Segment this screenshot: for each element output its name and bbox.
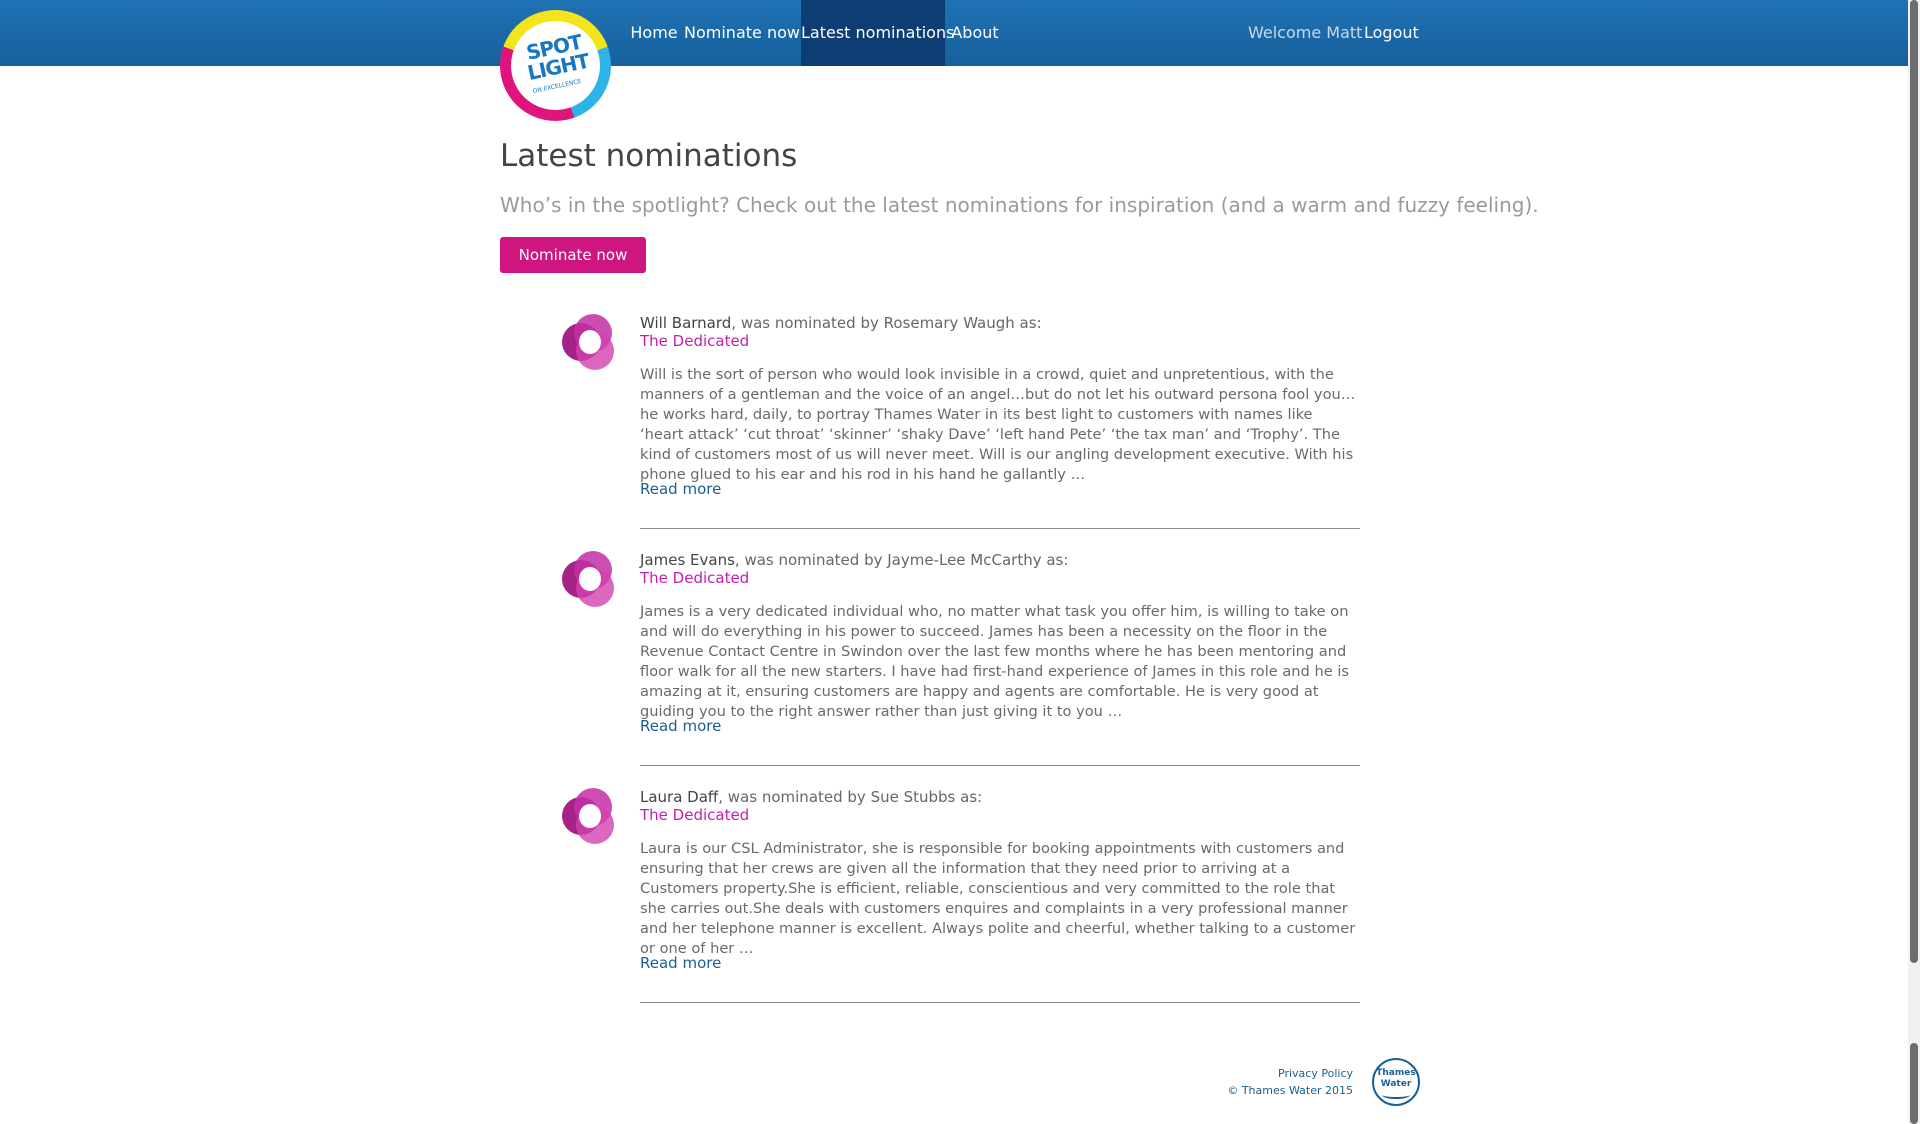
spotlight-logo[interactable]: SPOT LIGHT ON EXCELLENCE bbox=[500, 10, 611, 121]
nominate-now-button[interactable]: Nominate now bbox=[500, 237, 646, 273]
nomination-avatar-icon bbox=[562, 314, 618, 370]
top-navigation-bar: Home Nominate now Latest nominations Abo… bbox=[0, 0, 1908, 66]
nomination-item: James Evans, was nominated by Jayme-Lee … bbox=[540, 551, 1360, 771]
nomination-category: The Dedicated bbox=[640, 806, 750, 824]
logout-link[interactable]: Logout bbox=[1364, 0, 1419, 66]
nominee-name: James Evans bbox=[640, 551, 735, 569]
divider bbox=[640, 765, 1360, 766]
read-more-link[interactable]: Read more bbox=[640, 954, 721, 972]
footer-links: Privacy Policy © Thames Water 2015 bbox=[1200, 1065, 1353, 1099]
privacy-policy-link[interactable]: Privacy Policy bbox=[1200, 1065, 1353, 1082]
page-lead: Who’s in the spotlight? Check out the la… bbox=[500, 193, 1539, 217]
copyright-text: © Thames Water 2015 bbox=[1227, 1084, 1353, 1097]
thames-water-logo-line-1: Thames bbox=[1376, 1068, 1416, 1078]
nav-nominate-now[interactable]: Nominate now bbox=[684, 0, 800, 66]
nomination-avatar-icon bbox=[562, 788, 618, 844]
nomination-item: Laura Daff, was nominated by Sue Stubbs … bbox=[540, 788, 1360, 1008]
divider bbox=[640, 528, 1360, 529]
nomination-item: Will Barnard, was nominated by Rosemary … bbox=[540, 314, 1360, 534]
read-more-link[interactable]: Read more bbox=[640, 480, 721, 498]
read-more-link[interactable]: Read more bbox=[640, 717, 721, 735]
nominee-name: Laura Daff bbox=[640, 788, 719, 806]
nav-latest-nominations[interactable]: Latest nominations bbox=[801, 0, 954, 66]
nominated-by-text: , was nominated by Sue Stubbs as: bbox=[718, 788, 983, 806]
nominated-by-text: , was nominated by Rosemary Waugh as: bbox=[731, 314, 1042, 332]
wave-icon bbox=[1382, 1091, 1410, 1099]
nominated-by-text: , was nominated by Jayme-Lee McCarthy as… bbox=[734, 551, 1069, 569]
nomination-category: The Dedicated bbox=[640, 569, 750, 587]
nomination-category: The Dedicated bbox=[640, 332, 750, 350]
page-title: Latest nominations bbox=[500, 138, 798, 174]
nav-about[interactable]: About bbox=[945, 0, 1005, 66]
thames-water-logo: Thames Water bbox=[1372, 1058, 1420, 1106]
divider bbox=[640, 1002, 1360, 1003]
nomination-text: Will is the sort of person who would loo… bbox=[640, 366, 1356, 483]
nomination-meta: Laura Daff, was nominated by Sue Stubbs … bbox=[640, 788, 982, 806]
scrollbar-thumb[interactable] bbox=[1910, 0, 1918, 963]
nomination-text: James is a very dedicated individual who… bbox=[640, 603, 1349, 720]
nomination-meta: James Evans, was nominated by Jayme-Lee … bbox=[640, 551, 1068, 569]
thames-water-logo-line-2: Water bbox=[1380, 1079, 1412, 1089]
nomination-avatar-icon bbox=[562, 551, 618, 607]
welcome-text: Welcome Matt bbox=[1248, 23, 1363, 42]
nominee-name: Will Barnard bbox=[640, 314, 732, 332]
nomination-text: Laura is our CSL Administrator, she is r… bbox=[640, 840, 1356, 957]
nav-home[interactable]: Home bbox=[624, 0, 684, 66]
scrollbar-thumb-secondary[interactable] bbox=[1910, 1043, 1918, 1124]
nomination-meta: Will Barnard, was nominated by Rosemary … bbox=[640, 314, 1042, 332]
